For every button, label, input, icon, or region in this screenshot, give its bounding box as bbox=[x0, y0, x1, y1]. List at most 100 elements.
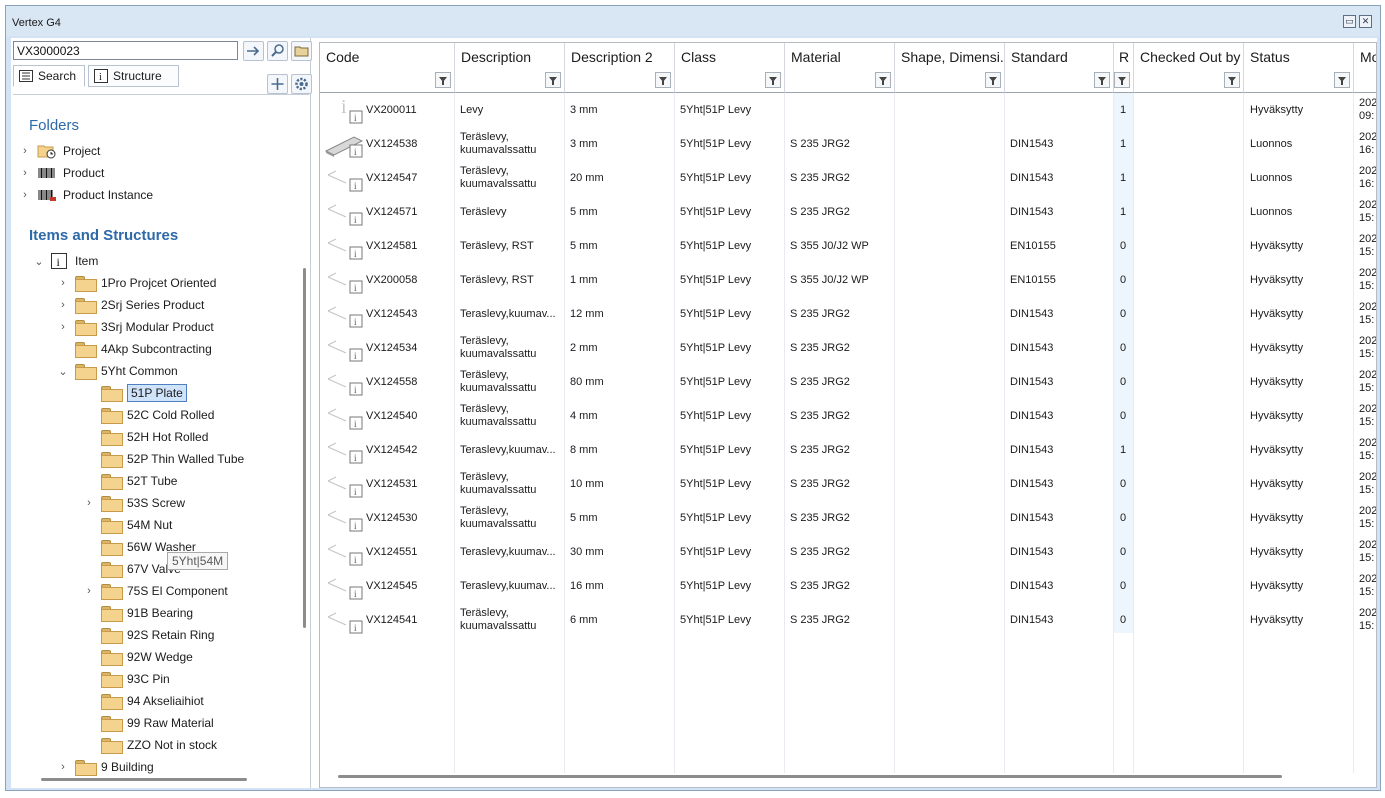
tab-structure[interactable]: i Structure bbox=[88, 65, 179, 87]
filter-icon[interactable] bbox=[1334, 72, 1350, 88]
tree-node[interactable]: 92W Wedge bbox=[101, 647, 193, 667]
column-header-status[interactable]: Status bbox=[1244, 43, 1354, 93]
close-button[interactable]: ✕ bbox=[1359, 15, 1372, 28]
folder-item-product[interactable]: › Product bbox=[19, 163, 104, 183]
tree-node[interactable]: 52H Hot Rolled bbox=[101, 427, 208, 447]
tree-node[interactable]: 92S Retain Ring bbox=[101, 625, 214, 645]
navigation-panel: Search i Structure Folders › Project bbox=[11, 38, 312, 788]
tab-search[interactable]: Search bbox=[13, 65, 85, 87]
chevron-down-icon[interactable]: ⌄ bbox=[57, 365, 69, 378]
tree-node[interactable]: › 75S El Component bbox=[83, 581, 228, 601]
tree-node[interactable]: 4Akp Subcontracting bbox=[75, 339, 212, 359]
cell-modified: 202 15: bbox=[1359, 331, 1376, 365]
tree-horizontal-scrollbar[interactable] bbox=[41, 778, 247, 781]
filter-icon[interactable] bbox=[875, 72, 891, 88]
table-row[interactable]: i VX124581 Teräslevy, RST 5 mm 5Yht|51P Levy… bbox=[320, 229, 1376, 263]
filter-icon[interactable] bbox=[765, 72, 781, 88]
table-row[interactable]: i VX124558 Teräslevy, kuumavalssattu 80 mm 5… bbox=[320, 365, 1376, 399]
filter-icon[interactable] bbox=[435, 72, 451, 88]
go-button[interactable] bbox=[243, 41, 264, 61]
table-row[interactable]: i VX124541 Teräslevy, kuumavalssattu 6 mm 5Y… bbox=[320, 603, 1376, 637]
filter-icon[interactable] bbox=[1094, 72, 1110, 88]
chevron-right-icon[interactable]: › bbox=[19, 189, 31, 201]
cell-desc: Teraslevy,kuumav... bbox=[460, 579, 556, 592]
tree-node[interactable]: › 3Srj Modular Product bbox=[57, 317, 214, 337]
cell-code: VX124547 bbox=[366, 171, 418, 184]
tree-node[interactable]: 99 Raw Material bbox=[101, 713, 214, 733]
tree-vertical-scrollbar[interactable] bbox=[303, 268, 306, 628]
tree-node[interactable]: 93C Pin bbox=[101, 669, 170, 689]
tree-node[interactable]: ⌄ 5Yht Common bbox=[57, 361, 178, 381]
tree-node[interactable]: › 53S Screw bbox=[83, 493, 185, 513]
table-row[interactable]: i VX124547 Teräslevy, kuumavalssattu 20 mm 5… bbox=[320, 161, 1376, 195]
chevron-right-icon[interactable]: › bbox=[19, 145, 31, 157]
column-header-r[interactable]: R bbox=[1114, 43, 1134, 93]
table-row[interactable]: i i VX200011 Levy 3 mm 5Yht|51P Levy 1 Hyväksyt… bbox=[320, 93, 1376, 127]
table-row[interactable]: i VX124571 Teräslevy 5 mm 5Yht|51P Levy S 235… bbox=[320, 195, 1376, 229]
cell-checked bbox=[1140, 535, 1240, 569]
table-row[interactable]: i VX124542 Teraslevy,kuumav... 8 mm 5Yht|51P… bbox=[320, 433, 1376, 467]
chevron-right-icon[interactable]: › bbox=[57, 299, 69, 311]
tree-node[interactable]: ZZO Not in stock bbox=[101, 735, 217, 755]
chevron-right-icon[interactable]: › bbox=[19, 167, 31, 179]
browse-button[interactable] bbox=[291, 41, 312, 61]
tree-node-selected[interactable]: 51P Plate bbox=[101, 383, 187, 403]
column-header-desc[interactable]: Description bbox=[455, 43, 565, 93]
filter-icon[interactable] bbox=[545, 72, 561, 88]
folder-icon bbox=[101, 496, 123, 512]
chevron-right-icon[interactable]: › bbox=[83, 585, 95, 597]
tree-node[interactable]: 52C Cold Rolled bbox=[101, 405, 214, 425]
chevron-down-icon[interactable]: ⌄ bbox=[33, 255, 45, 268]
table-row[interactable]: i VX124531 Teräslevy, kuumavalssattu 10 mm 5… bbox=[320, 467, 1376, 501]
folder-item-project[interactable]: › Project bbox=[19, 141, 100, 161]
settings-button[interactable] bbox=[291, 74, 312, 94]
table-row[interactable]: i VX124538 Teräslevy, kuumavalssattu 3 mm 5Y… bbox=[320, 127, 1376, 161]
column-header-shape[interactable]: Shape, Dimensi... bbox=[895, 43, 1012, 93]
restore-button[interactable]: ▭ bbox=[1343, 15, 1356, 28]
chevron-right-icon[interactable]: › bbox=[57, 321, 69, 333]
cell-shape bbox=[900, 603, 1000, 637]
title-bar: Vertex G4 ▭ ✕ bbox=[6, 6, 1380, 36]
search-input[interactable] bbox=[13, 41, 238, 60]
cell-class: 5Yht|51P Levy bbox=[680, 137, 752, 150]
chevron-right-icon[interactable]: › bbox=[83, 497, 95, 509]
filter-icon[interactable] bbox=[985, 72, 1001, 88]
cell-status: Luonnos bbox=[1250, 171, 1293, 184]
grid-horizontal-scrollbar[interactable] bbox=[338, 775, 1282, 778]
column-header-mod[interactable]: Mo bbox=[1354, 43, 1376, 93]
column-header-checked[interactable]: Checked Out by bbox=[1134, 43, 1244, 93]
folder-item-product-instance[interactable]: › Product Instance bbox=[19, 185, 153, 205]
cell-standard: DIN1543 bbox=[1010, 307, 1054, 320]
table-row[interactable]: i VX124540 Teräslevy, kuumavalssattu 4 mm 5Y… bbox=[320, 399, 1377, 433]
table-row[interactable]: i VX124545 Teraslevy,kuumav... 16 mm 5Yht|51… bbox=[320, 569, 1376, 603]
tree-node[interactable]: 54M Nut bbox=[101, 515, 172, 535]
column-header-standard[interactable]: Standard bbox=[1005, 43, 1114, 93]
tree-node[interactable]: › 9 Building bbox=[57, 757, 154, 776]
find-button[interactable] bbox=[267, 41, 288, 61]
filter-icon[interactable] bbox=[1114, 72, 1130, 88]
tree-node[interactable]: 52P Thin Walled Tube bbox=[101, 449, 244, 469]
table-row[interactable]: i VX200058 Teräslevy, RST 1 mm 5Yht|51P Levy… bbox=[320, 263, 1376, 297]
chevron-right-icon[interactable]: › bbox=[57, 761, 69, 773]
table-row[interactable]: i VX124534 Teräslevy, kuumavalssattu 2 mm 5Y… bbox=[320, 331, 1376, 365]
tree-node[interactable]: › 2Srj Series Product bbox=[57, 295, 204, 315]
cell-modified-line1: 202 bbox=[1359, 403, 1377, 415]
tree-root-item[interactable]: ⌄ i Item bbox=[33, 251, 98, 271]
table-row[interactable]: i VX124530 Teräslevy, kuumavalssattu 5 mm 5Y… bbox=[320, 501, 1376, 535]
add-button[interactable] bbox=[267, 74, 288, 94]
filter-icon[interactable] bbox=[655, 72, 671, 88]
cell-class: 5Yht|51P Levy bbox=[680, 205, 752, 218]
tree-node[interactable]: › 1Pro Projcet Oriented bbox=[57, 273, 216, 293]
cell-modified: 202 15: bbox=[1359, 501, 1376, 535]
column-header-code[interactable]: Code bbox=[320, 43, 455, 93]
column-header-class[interactable]: Class bbox=[675, 43, 785, 93]
tree-node[interactable]: 94 Akseliaihiot bbox=[101, 691, 204, 711]
filter-icon[interactable] bbox=[1224, 72, 1240, 88]
chevron-right-icon[interactable]: › bbox=[57, 277, 69, 289]
tree-node[interactable]: 91B Bearing bbox=[101, 603, 193, 623]
column-header-material[interactable]: Material bbox=[785, 43, 895, 93]
tree-node[interactable]: 52T Tube bbox=[101, 471, 177, 491]
table-row[interactable]: i VX124551 Teraslevy,kuumav... 30 mm 5Yht|51… bbox=[320, 535, 1376, 569]
column-header-desc2[interactable]: Description 2 bbox=[565, 43, 675, 93]
table-row[interactable]: i VX124543 Teraslevy,kuumav... 12 mm 5Yht|51… bbox=[320, 297, 1376, 331]
